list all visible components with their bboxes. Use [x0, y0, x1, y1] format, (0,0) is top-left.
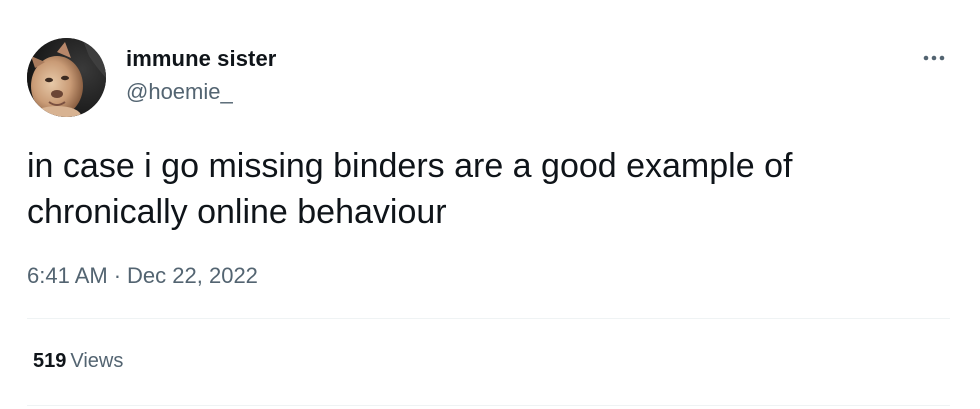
- views-count[interactable]: 519 Views: [33, 350, 123, 373]
- divider: [27, 405, 950, 406]
- dog-photo-avatar-icon: [27, 38, 106, 117]
- avatar[interactable]: [27, 38, 106, 117]
- tweet-text: in case i go missing binders are a good …: [27, 147, 793, 231]
- more-options-icon[interactable]: [918, 44, 950, 72]
- tweet-time[interactable]: 6:41 AM: [27, 263, 108, 288]
- display-name[interactable]: immune sister: [126, 46, 276, 72]
- user-handle[interactable]: @hoemie_: [126, 79, 233, 105]
- divider: [27, 318, 950, 319]
- tweet-date[interactable]: Dec 22, 2022: [127, 263, 258, 288]
- meta-separator: ·: [113, 263, 122, 288]
- tweet-card: immune sister @hoemie_ in case i go miss…: [0, 0, 980, 409]
- views-number: 519: [33, 350, 67, 372]
- views-label: Views: [70, 350, 124, 372]
- tweet-timestamp[interactable]: 6:41 AM · Dec 22, 2022: [27, 263, 258, 289]
- ellipsis-icon: [923, 55, 945, 61]
